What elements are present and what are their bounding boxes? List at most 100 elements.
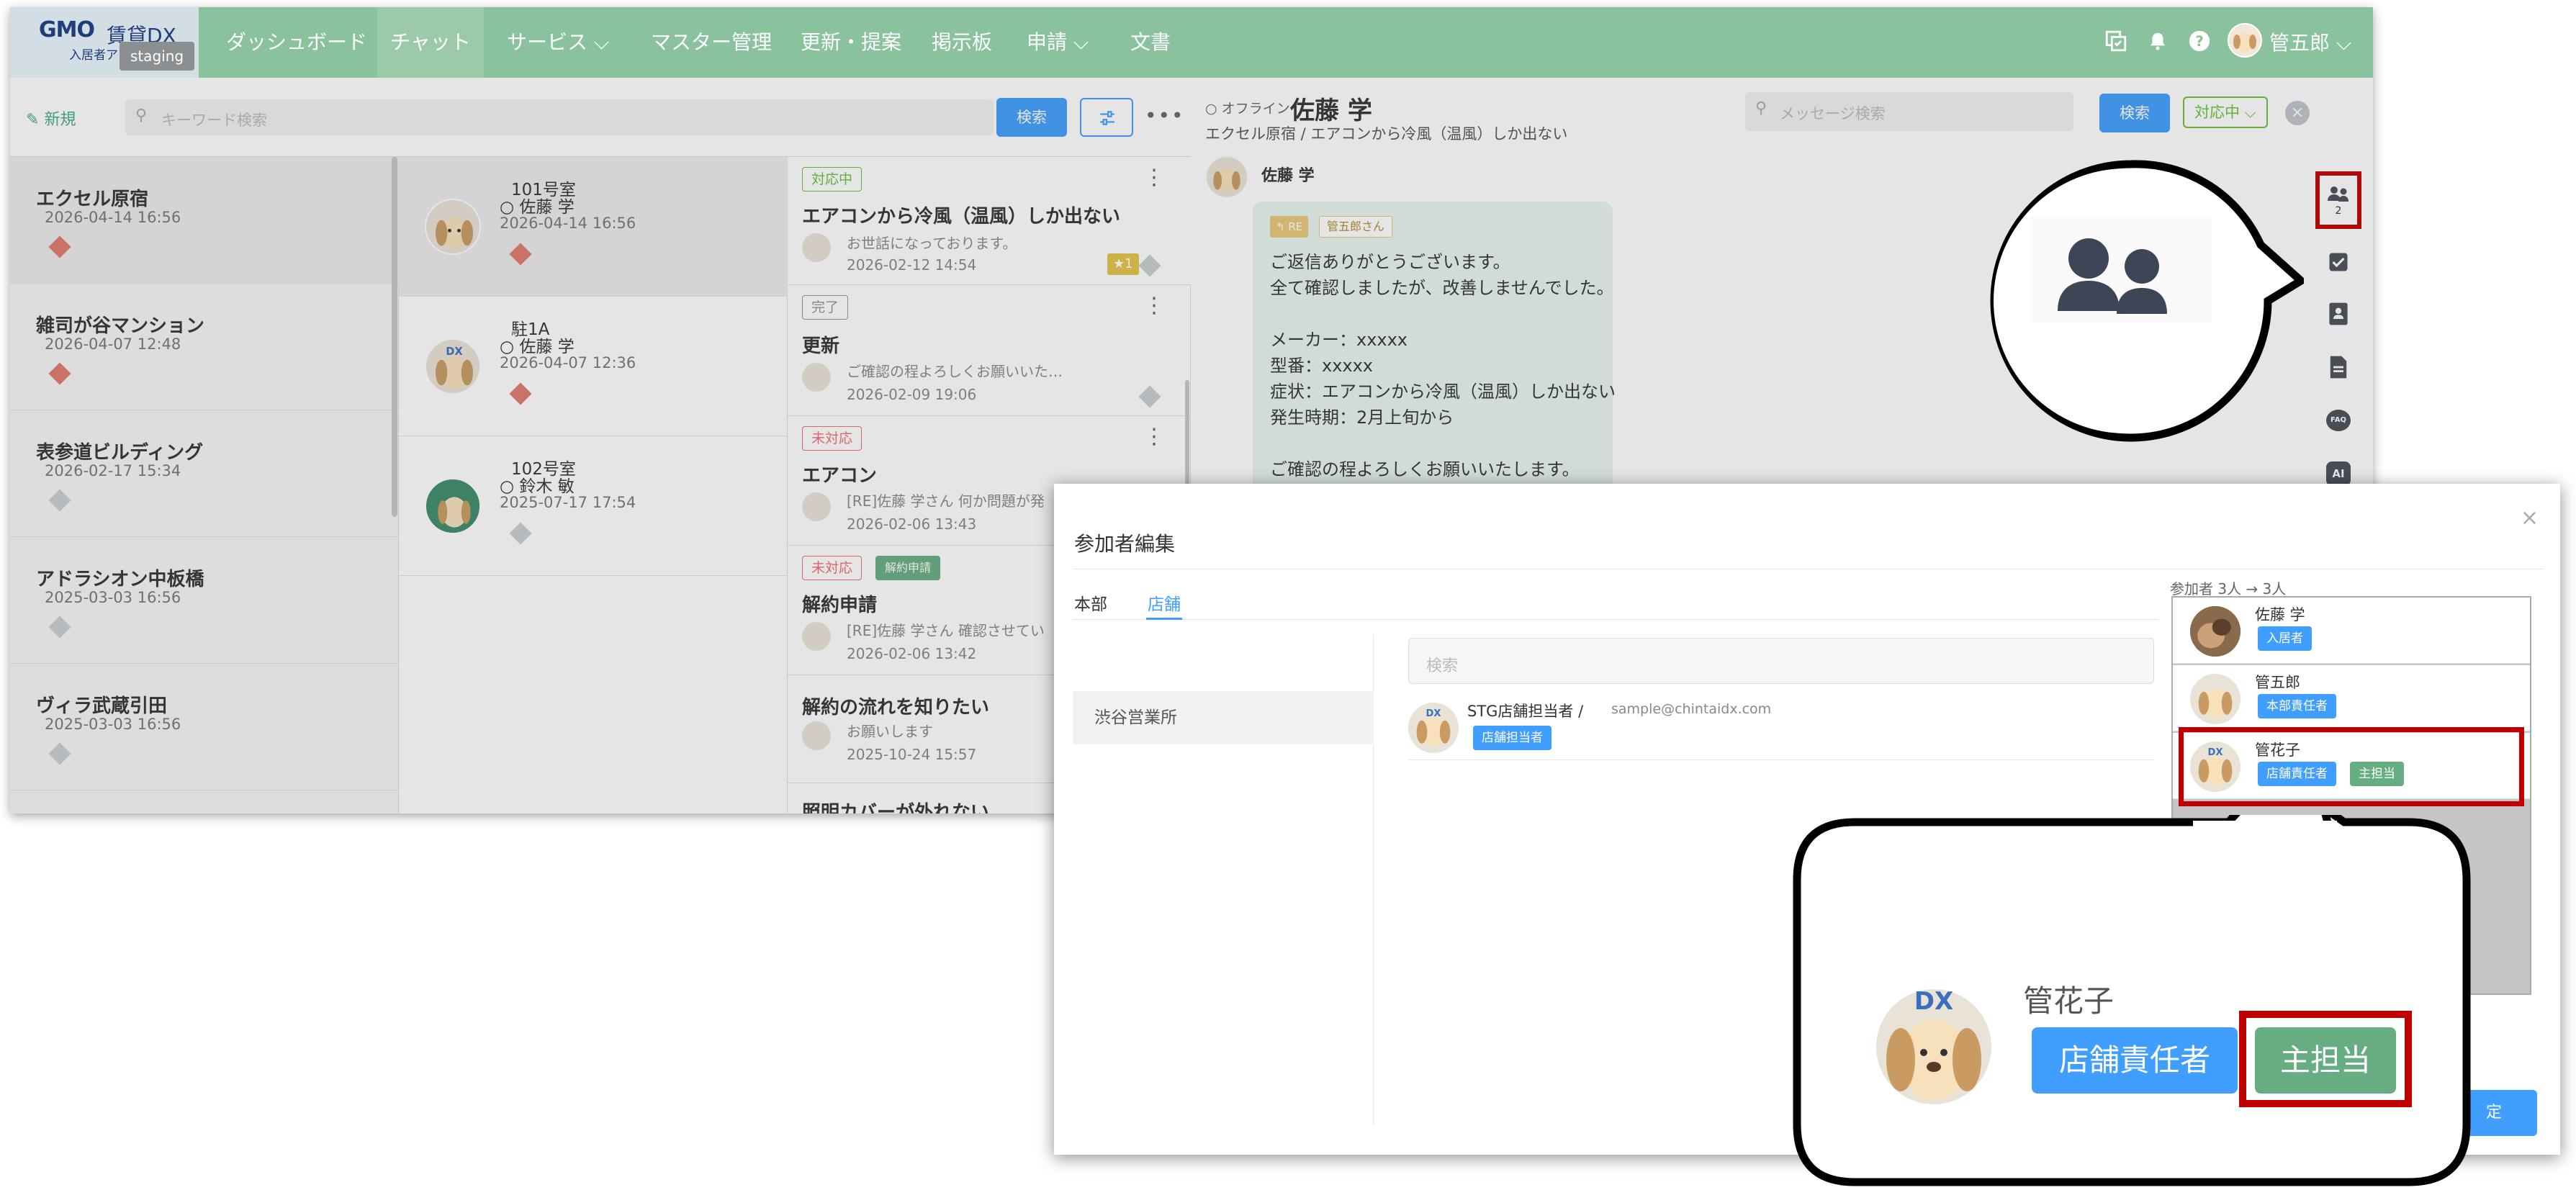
participant-row[interactable]: 佐藤 学 入居者 (2173, 598, 2530, 664)
close-icon[interactable]: × (2521, 505, 2539, 531)
nav-applications[interactable]: 申請 ⌵ (1014, 7, 1102, 78)
callout-zoom-participants (1990, 160, 2304, 442)
callout-zoom-main-person: DX (1793, 815, 2471, 1186)
logo[interactable]: GMO 賃貸DX 入居者アプ staging (10, 7, 199, 78)
list-item[interactable]: 102号室 ○ 鈴木 敏 2025-07-17 17:54 (399, 436, 788, 576)
more-options-button[interactable]: ••• (1145, 104, 1185, 127)
list-item[interactable]: 完了 ⋮ 更新 ご確認の程よろしくお願いいた… 2026-02-09 19:06 (788, 285, 1191, 416)
contact-card-button[interactable] (2317, 292, 2360, 335)
user-avatar[interactable] (2228, 23, 2262, 58)
close-icon[interactable]: × (2285, 101, 2310, 125)
avatar (425, 478, 481, 534)
status-badge: 未対応 (802, 426, 863, 451)
tab-store[interactable]: 店舗 (1148, 590, 1181, 615)
svg-text:DX: DX (1914, 987, 1953, 1016)
list-item[interactable]: 対応中 ⋮ エアコンから冷風（温風）しか出ない お世話になっております。 202… (788, 157, 1191, 285)
new-chat-button[interactable]: ✎ 新規 (26, 107, 76, 130)
role-badge: 入居者 (2258, 626, 2312, 651)
status-badge: 未対応 (802, 556, 863, 580)
room-date: 2026-04-07 12:36 (500, 354, 636, 371)
status-badge: 完了 (802, 295, 849, 320)
candidate-row[interactable]: DX STG店舗担当者 / sample@chintaidx.com 店舗担当者 (1408, 693, 2154, 760)
participants-button[interactable]: 2 (2315, 171, 2361, 229)
bell-icon[interactable] (2147, 29, 2169, 58)
status-select[interactable]: 対応中 ⌵ (2183, 96, 2268, 128)
thread-date: 2025-10-24 15:57 (847, 746, 977, 763)
participant-row[interactable]: 管五郎 本部責任者 (2173, 665, 2530, 731)
avatar (802, 622, 831, 651)
kebab-menu-icon[interactable]: ⋮ (1143, 295, 1165, 317)
role-badge: 店舗担当者 (1473, 726, 1552, 750)
status-diamond-icon (1138, 385, 1161, 408)
svg-text:DX: DX (1426, 708, 1441, 719)
list-item[interactable]: 雑司が谷マンション 2026-04-07 12:48 (10, 284, 399, 410)
building-date: 2026-04-14 16:56 (45, 209, 181, 226)
cancellation-badge: 解約申請 (875, 556, 941, 580)
avatar (425, 199, 481, 255)
list-item[interactable]: 101号室 ○ 佐藤 学 2026-04-14 16:56 (399, 157, 788, 297)
thread-title: 解約の流れを知りたい (802, 697, 990, 718)
room-date: 2025-07-17 17:54 (500, 494, 636, 511)
thread-snippet: [RE]佐藤 学さん 何か問題が発 (847, 492, 1045, 510)
task-button[interactable] (2317, 240, 2360, 284)
sender-name: 佐藤 学 (1261, 167, 1315, 185)
store-item-shibuya[interactable]: 渋谷営業所 (1073, 691, 1374, 744)
status-badge: 対応中 (802, 167, 863, 191)
nav-dashboard[interactable]: ダッシュボード (213, 7, 380, 78)
thread-title: エアコンから冷風（温風）しか出ない (802, 206, 1121, 227)
tab-headquarters[interactable]: 本部 (1074, 590, 1107, 615)
logo-brand: GMO (39, 17, 95, 42)
list-item[interactable]: 表参道ビルディング 2026-02-17 15:34 (10, 410, 399, 537)
avatar (802, 492, 831, 521)
avatar (2190, 606, 2241, 657)
thread-title: 解約申請 (802, 595, 878, 616)
document-icon (2330, 356, 2347, 379)
status-diamond-icon (509, 243, 532, 266)
list-item[interactable]: ヴィラ武蔵引田 2025-03-03 16:56 (10, 664, 399, 790)
building-date: 2025-03-03 16:56 (45, 716, 181, 733)
faq-button[interactable]: FAQ (2317, 399, 2360, 442)
message-text: 型番：xxxxx (1270, 356, 1374, 376)
search-icon: ⚲ (1755, 99, 1767, 117)
active-tab-indicator (1146, 618, 1182, 620)
nav-board[interactable]: 掲示板 (919, 7, 1005, 78)
message-text: ご返信ありがとうございます。 (1270, 252, 1510, 272)
keyword-search-input[interactable]: ⚲ キーワード検索 (125, 99, 994, 135)
kebab-menu-icon[interactable]: ⋮ (1143, 167, 1165, 189)
filter-button[interactable] (1080, 98, 1133, 137)
participants-icon (2328, 186, 2348, 202)
status-diamond-icon (509, 522, 532, 545)
candidate-email: sample@chintaidx.com (1611, 701, 1772, 717)
scrollbar[interactable] (392, 157, 397, 517)
nav-chat[interactable]: チャット (377, 7, 484, 78)
message-search-button[interactable]: 検索 (2099, 94, 2170, 132)
search-button[interactable]: 検索 (996, 98, 1067, 137)
top-navigation: GMO 賃貸DX 入居者アプ staging ダッシュボード チャット サービス… (10, 7, 2373, 78)
nav-services[interactable]: サービス ⌵ (494, 7, 622, 78)
list-item[interactable]: アドラシオン中板橋 2025-03-03 16:56 (10, 537, 399, 664)
multi-window-icon[interactable] (2104, 29, 2128, 58)
message-search-input[interactable]: ⚲ メッセージ検索 (1745, 92, 2073, 131)
nav-master[interactable]: マスター管理 (638, 7, 785, 78)
list-item[interactable]: エクセル原宿 2026-04-14 16:56 (10, 157, 399, 284)
thread-date: 2026-02-06 13:42 (847, 645, 977, 662)
nav-renewal[interactable]: 更新・提案 (788, 7, 914, 78)
reply-tag: ↰ RE (1270, 216, 1309, 238)
list-item[interactable]: DX 駐1A ○ 佐藤 学 2026-04-07 12:36 (399, 297, 788, 436)
building-name: アドラシオン中板橋 (36, 569, 204, 590)
sender-avatar (1207, 157, 1247, 197)
nav-documents[interactable]: 文書 (1117, 7, 1184, 78)
kebab-menu-icon[interactable]: ⋮ (1143, 426, 1165, 448)
member-search-input[interactable]: 検索 (1408, 638, 2154, 684)
list-toolbar: ✎ 新規 ⚲ キーワード検索 検索 ••• (10, 78, 1191, 157)
document-button[interactable] (2317, 346, 2360, 389)
user-menu[interactable]: 管五郎 ⌵ (2269, 27, 2351, 56)
dialog-title: 参加者編集 (1074, 532, 1176, 556)
resident-name: ○ 佐藤 学 (500, 198, 575, 217)
message-text: ご確認の程よろしくお願いいたします。 (1270, 459, 1580, 479)
search-placeholder: キーワード検索 (161, 112, 267, 129)
building-name: ヴィラ武蔵引田 (36, 695, 168, 717)
thread-date: 2026-02-09 19:06 (847, 386, 977, 403)
help-icon[interactable]: ? (2187, 29, 2212, 58)
message-text: 症状：エアコンから冷風（温風）しか出ない (1270, 382, 1616, 402)
